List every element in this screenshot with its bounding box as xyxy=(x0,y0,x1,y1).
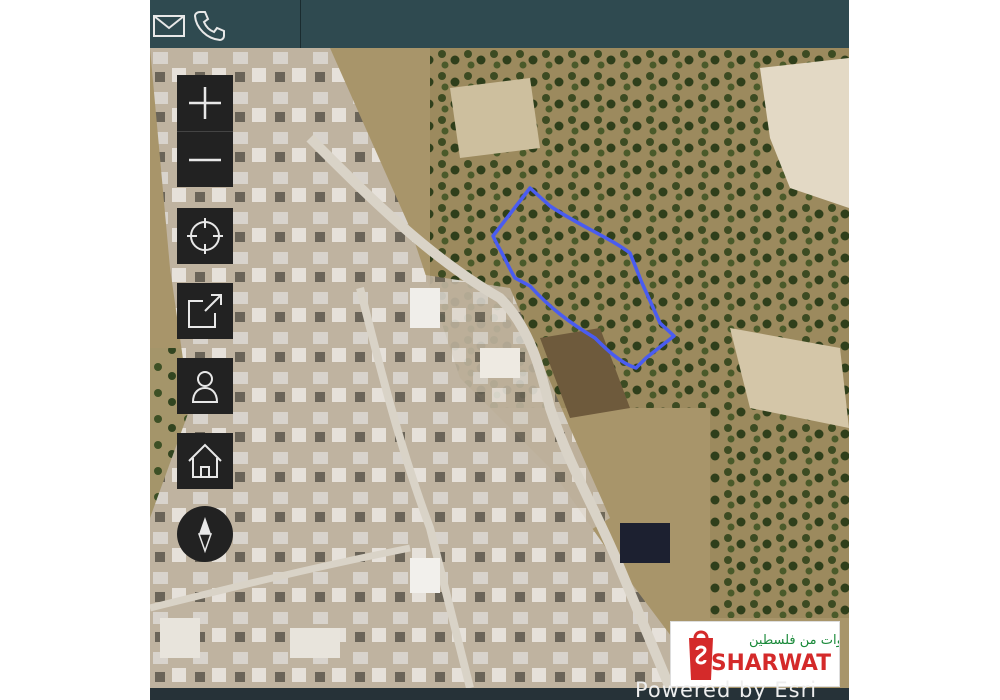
zoom-out-button[interactable] xyxy=(177,132,233,187)
home-button[interactable] xyxy=(177,433,233,489)
logo-brand-text: SHARWAT xyxy=(711,651,831,676)
top-bar-divider xyxy=(300,0,301,48)
compass-button[interactable] xyxy=(177,506,233,562)
minus-icon xyxy=(189,158,221,161)
home-icon xyxy=(188,443,222,478)
phone-icon[interactable] xyxy=(192,8,226,42)
satellite-map[interactable]: شروات من فلسطين SHARWAT xyxy=(150,48,849,688)
crosshair-icon xyxy=(187,218,223,254)
zoom-in-button[interactable] xyxy=(177,75,233,131)
account-button[interactable] xyxy=(177,358,233,414)
logo-arabic-text: شروات من فلسطين xyxy=(749,633,839,648)
plus-icon xyxy=(189,87,221,119)
app-frame: شروات من فلسطين SHARWAT Powered by Esri xyxy=(150,0,849,700)
share-button[interactable] xyxy=(177,283,233,339)
compass-icon xyxy=(197,517,213,554)
top-bar xyxy=(150,0,849,48)
share-icon xyxy=(188,294,222,328)
zoom-controls xyxy=(177,75,233,187)
mail-icon[interactable] xyxy=(152,8,186,42)
user-icon xyxy=(191,371,219,403)
attribution-text[interactable]: Powered by Esri xyxy=(635,680,817,700)
locate-button[interactable] xyxy=(177,208,233,264)
satellite-imagery xyxy=(150,48,849,688)
sharwat-logo: شروات من فلسطين SHARWAT xyxy=(670,621,849,687)
attribution-clip: Powered by Esri xyxy=(150,680,849,700)
